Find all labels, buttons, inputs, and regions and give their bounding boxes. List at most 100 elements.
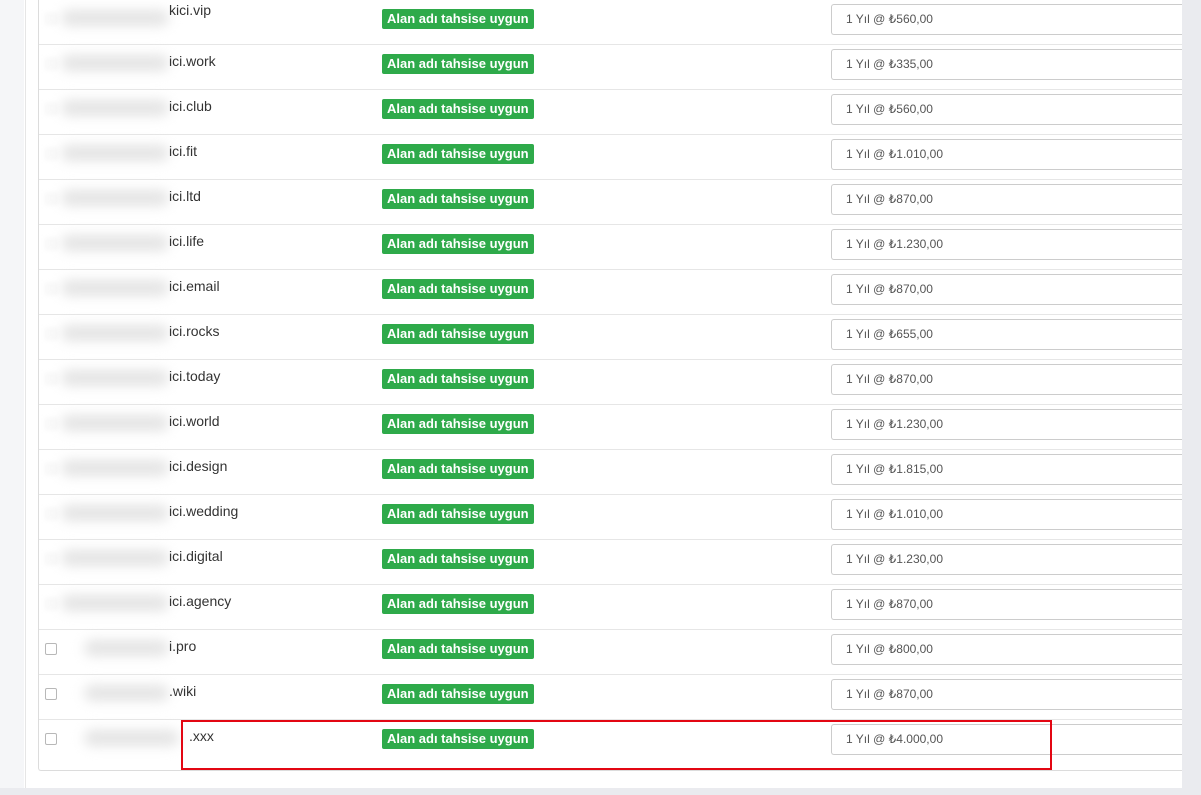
price-select[interactable]: 1 Yıl @ ₺4.000,00	[831, 724, 1182, 755]
table-row: ici.today Alan adı tahsise uygun 1 Yıl @…	[39, 360, 1182, 405]
domain-name: ici.today	[169, 368, 221, 384]
domain-checkbox[interactable]	[45, 328, 57, 340]
table-row: ici.wedding Alan adı tahsise uygun 1 Yıl…	[39, 495, 1182, 540]
left-gutter	[0, 0, 24, 795]
price-select[interactable]: 1 Yıl @ ₺870,00	[831, 679, 1182, 710]
domain-name: ici.rocks	[169, 323, 220, 339]
table-row: ici.world Alan adı tahsise uygun 1 Yıl @…	[39, 405, 1182, 450]
domain-checkbox[interactable]	[45, 148, 57, 160]
domain-checkbox[interactable]	[45, 373, 57, 385]
domain-checkbox[interactable]	[45, 688, 57, 700]
status-badge: Alan adı tahsise uygun	[382, 459, 534, 479]
domain-checkbox[interactable]	[45, 283, 57, 295]
price-select[interactable]: 1 Yıl @ ₺655,00	[831, 319, 1182, 350]
price-select[interactable]: 1 Yıl @ ₺870,00	[831, 364, 1182, 395]
domain-name: ici.work	[169, 53, 216, 69]
price-select[interactable]: 1 Yıl @ ₺560,00	[831, 94, 1182, 125]
right-gutter	[1182, 0, 1201, 795]
domain-checkbox[interactable]	[45, 58, 57, 70]
table-row: ici.digital Alan adı tahsise uygun 1 Yıl…	[39, 540, 1182, 585]
redacted-domain-prefix	[61, 280, 169, 296]
redacted-domain-prefix	[84, 730, 179, 746]
domain-name: .xxx	[189, 728, 214, 744]
status-badge: Alan adı tahsise uygun	[382, 549, 534, 569]
domain-checkbox[interactable]	[45, 238, 57, 250]
redacted-domain-prefix	[61, 100, 169, 116]
domain-results-table: kici.vip Alan adı tahsise uygun 1 Yıl @ …	[38, 0, 1182, 771]
table-row: ici.email Alan adı tahsise uygun 1 Yıl @…	[39, 270, 1182, 315]
price-select[interactable]: 1 Yıl @ ₺560,00	[831, 4, 1182, 35]
price-select[interactable]: 1 Yıl @ ₺335,00	[831, 49, 1182, 80]
status-badge: Alan adı tahsise uygun	[382, 414, 534, 434]
price-select[interactable]: 1 Yıl @ ₺870,00	[831, 589, 1182, 620]
table-row: ici.club Alan adı tahsise uygun 1 Yıl @ …	[39, 90, 1182, 135]
domain-checkbox[interactable]	[45, 463, 57, 475]
status-badge: Alan adı tahsise uygun	[382, 729, 534, 749]
redacted-domain-prefix	[61, 235, 169, 251]
bottom-band	[0, 788, 1201, 795]
redacted-domain-prefix	[61, 145, 169, 161]
price-select[interactable]: 1 Yıl @ ₺1.230,00	[831, 544, 1182, 575]
table-row: ici.life Alan adı tahsise uygun 1 Yıl @ …	[39, 225, 1182, 270]
redacted-domain-prefix	[61, 460, 169, 476]
price-select[interactable]: 1 Yıl @ ₺870,00	[831, 274, 1182, 305]
status-badge: Alan adı tahsise uygun	[382, 54, 534, 74]
status-badge: Alan adı tahsise uygun	[382, 324, 534, 344]
domain-checkbox[interactable]	[45, 193, 57, 205]
domain-name: ici.club	[169, 98, 212, 114]
redacted-domain-prefix	[84, 640, 169, 656]
table-row: ici.rocks Alan adı tahsise uygun 1 Yıl @…	[39, 315, 1182, 360]
domain-name: .wiki	[169, 683, 197, 699]
price-select[interactable]: 1 Yıl @ ₺1.010,00	[831, 139, 1182, 170]
status-badge: Alan adı tahsise uygun	[382, 279, 534, 299]
table-row: ici.fit Alan adı tahsise uygun 1 Yıl @ ₺…	[39, 135, 1182, 180]
status-badge: Alan adı tahsise uygun	[382, 639, 534, 659]
redacted-domain-prefix	[61, 595, 169, 611]
status-badge: Alan adı tahsise uygun	[382, 144, 534, 164]
domain-name: ici.ltd	[169, 188, 201, 204]
price-select[interactable]: 1 Yıl @ ₺1.815,00	[831, 454, 1182, 485]
table-row: .xxx Alan adı tahsise uygun 1 Yıl @ ₺4.0…	[39, 720, 1182, 765]
domain-name: kici.vip	[169, 2, 212, 18]
redacted-domain-prefix	[84, 685, 169, 701]
domain-checkbox[interactable]	[45, 103, 57, 115]
status-badge: Alan adı tahsise uygun	[382, 594, 534, 614]
price-select[interactable]: 1 Yıl @ ₺1.230,00	[831, 409, 1182, 440]
domain-name: ici.digital	[169, 548, 223, 564]
table-row: ici.design Alan adı tahsise uygun 1 Yıl …	[39, 450, 1182, 495]
price-select[interactable]: 1 Yıl @ ₺1.010,00	[831, 499, 1182, 530]
status-badge: Alan adı tahsise uygun	[382, 504, 534, 524]
redacted-domain-prefix	[61, 55, 169, 71]
table-row: kici.vip Alan adı tahsise uygun 1 Yıl @ …	[39, 0, 1182, 45]
table-row: ici.work Alan adı tahsise uygun 1 Yıl @ …	[39, 45, 1182, 90]
status-badge: Alan adı tahsise uygun	[382, 9, 534, 29]
panel-border	[25, 0, 26, 788]
domain-name: ici.wedding	[169, 503, 239, 519]
status-badge: Alan adı tahsise uygun	[382, 369, 534, 389]
domain-checkbox[interactable]	[45, 733, 57, 745]
redacted-domain-prefix	[61, 370, 169, 386]
status-badge: Alan adı tahsise uygun	[382, 189, 534, 209]
redacted-domain-prefix	[61, 10, 169, 26]
redacted-domain-prefix	[61, 550, 169, 566]
domain-checkbox[interactable]	[45, 418, 57, 430]
table-row: i.pro Alan adı tahsise uygun 1 Yıl @ ₺80…	[39, 630, 1182, 675]
status-badge: Alan adı tahsise uygun	[382, 684, 534, 704]
domain-search-results-page: kici.vip Alan adı tahsise uygun 1 Yıl @ …	[0, 0, 1201, 795]
domain-name: ici.agency	[169, 593, 232, 609]
domain-name: ici.design	[169, 458, 228, 474]
redacted-domain-prefix	[61, 415, 169, 431]
domain-name: ici.email	[169, 278, 220, 294]
table-row: .wiki Alan adı tahsise uygun 1 Yıl @ ₺87…	[39, 675, 1182, 720]
domain-name: ici.world	[169, 413, 220, 429]
domain-checkbox[interactable]	[45, 508, 57, 520]
domain-checkbox[interactable]	[45, 598, 57, 610]
domain-checkbox[interactable]	[45, 643, 57, 655]
price-select[interactable]: 1 Yıl @ ₺870,00	[831, 184, 1182, 215]
redacted-domain-prefix	[61, 190, 169, 206]
price-select[interactable]: 1 Yıl @ ₺1.230,00	[831, 229, 1182, 260]
price-select[interactable]: 1 Yıl @ ₺800,00	[831, 634, 1182, 665]
redacted-domain-prefix	[61, 325, 169, 341]
domain-checkbox[interactable]	[45, 13, 57, 25]
domain-checkbox[interactable]	[45, 553, 57, 565]
